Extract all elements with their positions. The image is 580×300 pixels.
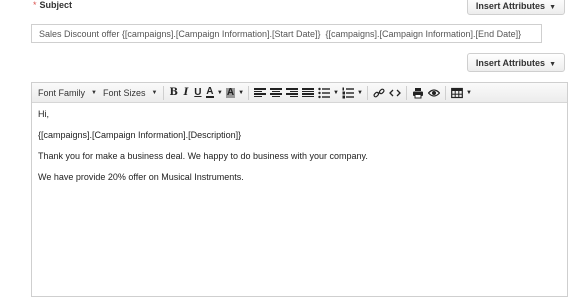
underline-button[interactable]: U bbox=[192, 85, 204, 101]
toolbar-divider bbox=[248, 85, 250, 100]
italic-button[interactable]: I bbox=[180, 85, 192, 101]
insert-attributes-label: Insert Attributes bbox=[475, 58, 546, 68]
chevron-down-icon: ▼ bbox=[91, 89, 97, 96]
bold-button[interactable]: B bbox=[167, 85, 179, 101]
align-justify-button[interactable] bbox=[300, 85, 316, 101]
required-marker: * bbox=[33, 0, 37, 10]
chevron-down-icon: ▼ bbox=[151, 89, 158, 96]
numbered-list-icon bbox=[342, 87, 354, 98]
font-sizes-select[interactable]: Font Sizes ▼ bbox=[100, 85, 160, 101]
toolbar-divider bbox=[405, 85, 407, 100]
bullet-list-button[interactable] bbox=[316, 85, 332, 101]
preview-button[interactable] bbox=[426, 85, 442, 101]
print-icon bbox=[412, 87, 423, 98]
code-icon bbox=[389, 89, 401, 96]
align-center-icon bbox=[270, 88, 283, 97]
align-justify-icon bbox=[302, 88, 315, 97]
subject-label-text: Subject bbox=[39, 0, 73, 10]
align-right-button[interactable] bbox=[284, 85, 300, 101]
align-left-icon bbox=[254, 88, 267, 97]
font-family-select[interactable]: Font Family ▼ bbox=[35, 85, 100, 101]
editor-toolbar: Font Family ▼ Font Sizes ▼ B I U A ▼ A ▼ ▼ bbox=[32, 83, 567, 103]
table-button[interactable] bbox=[449, 85, 465, 101]
body-line: We have provide 20% offer on Musical Ins… bbox=[38, 172, 244, 182]
body-line: Thank you for make a business deal. We h… bbox=[38, 151, 368, 161]
caret-down-icon: ▼ bbox=[549, 61, 556, 68]
background-color-button[interactable]: A bbox=[224, 85, 237, 101]
preview-icon bbox=[427, 88, 440, 97]
body-line: {[campaigns].[Campaign Information].[Des… bbox=[38, 130, 242, 140]
toolbar-divider bbox=[444, 85, 446, 100]
link-icon bbox=[373, 88, 385, 97]
bullet-list-dropdown-icon[interactable]: ▼ bbox=[332, 90, 340, 96]
font-color-dropdown-icon[interactable]: ▼ bbox=[216, 90, 224, 96]
link-button[interactable] bbox=[371, 85, 387, 101]
rich-text-editor: Font Family ▼ Font Sizes ▼ B I U A ▼ A ▼ ▼ bbox=[31, 82, 568, 297]
source-code-button[interactable] bbox=[387, 85, 403, 101]
align-center-button[interactable] bbox=[268, 85, 284, 101]
editor-content[interactable]: Hi, {[campaigns].[Campaign Information].… bbox=[32, 103, 567, 199]
background-color-dropdown-icon[interactable]: ▼ bbox=[237, 90, 245, 96]
print-button[interactable] bbox=[410, 85, 426, 101]
toolbar-divider bbox=[366, 85, 368, 100]
background-color-icon: A bbox=[225, 86, 236, 98]
subject-input[interactable] bbox=[31, 24, 542, 43]
body-line: Hi, bbox=[38, 109, 49, 119]
insert-attributes-label: Insert Attributes bbox=[475, 1, 546, 11]
table-dropdown-icon[interactable]: ▼ bbox=[465, 90, 473, 96]
insert-attributes-subject-button[interactable]: Insert Attributes ▼ bbox=[466, 0, 565, 15]
underline-icon: U bbox=[194, 87, 202, 98]
font-family-label: Font Family bbox=[38, 87, 86, 98]
font-sizes-label: Font Sizes bbox=[102, 87, 146, 98]
bullet-list-icon bbox=[318, 87, 331, 98]
numbered-list-button[interactable] bbox=[340, 85, 356, 101]
font-color-button[interactable]: A bbox=[204, 85, 216, 101]
align-right-icon bbox=[286, 88, 299, 97]
insert-attributes-body-button[interactable]: Insert Attributes ▼ bbox=[466, 53, 565, 72]
italic-icon: I bbox=[183, 87, 189, 98]
subject-label: * Subject bbox=[33, 0, 72, 10]
toolbar-divider bbox=[163, 85, 165, 100]
caret-down-icon: ▼ bbox=[549, 4, 556, 11]
align-left-button[interactable] bbox=[252, 85, 268, 101]
numbered-list-dropdown-icon[interactable]: ▼ bbox=[356, 90, 364, 96]
table-icon bbox=[451, 87, 463, 98]
bold-icon: B bbox=[169, 87, 178, 98]
font-color-icon: A bbox=[206, 86, 214, 98]
